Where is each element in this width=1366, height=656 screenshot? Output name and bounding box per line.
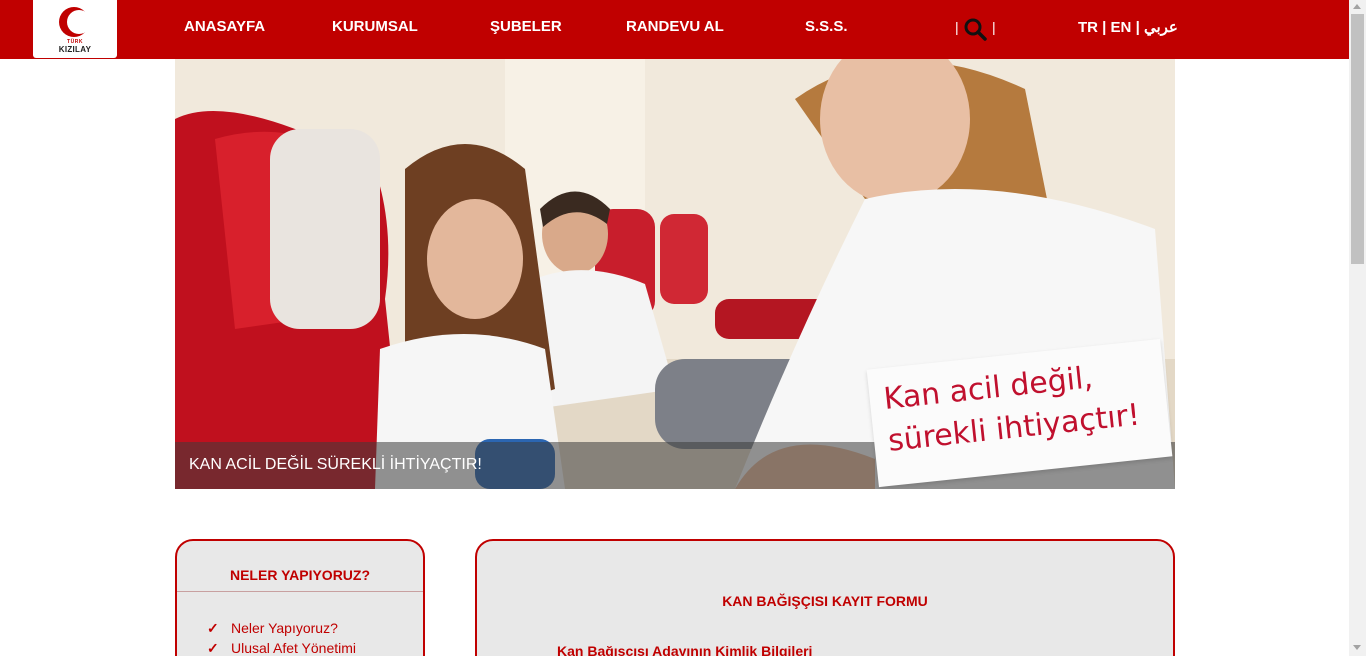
kizilay-logo[interactable]: TÜRK KIZILAY	[33, 0, 117, 58]
language-separator: |	[1135, 19, 1140, 36]
scroll-down-arrow-icon[interactable]	[1353, 645, 1361, 650]
hero-banner[interactable]: KAN ACİL DEĞİL SÜREKLİ İHTİYAÇTIR! Kan a…	[175, 59, 1175, 489]
sidebar-item-ulusal-afet-yonetimi[interactable]: ✓ Ulusal Afet Yönetimi	[207, 640, 356, 656]
language-tr-link[interactable]: TR	[1078, 19, 1098, 36]
donor-registration-form-panel: KAN BAĞIŞÇISI KAYIT FORMU Kan Bağışcısı …	[475, 539, 1175, 656]
panel-divider	[177, 591, 423, 592]
crescent-logo-icon	[59, 7, 91, 37]
nav-separator: |	[992, 19, 996, 35]
check-icon: ✓	[207, 620, 219, 636]
nav-item-anasayfa[interactable]: ANASAYFA	[184, 18, 265, 35]
hero-caption: KAN ACİL DEĞİL SÜREKLİ İHTİYAÇTIR!	[189, 456, 482, 473]
vertical-scrollbar[interactable]	[1349, 0, 1366, 656]
scroll-up-arrow-icon[interactable]	[1353, 4, 1361, 9]
nav-separator: |	[955, 19, 959, 35]
scrollbar-thumb[interactable]	[1351, 14, 1364, 264]
logo-name-text: KIZILAY	[58, 45, 92, 54]
sidebar-item-neler-yapiyoruz[interactable]: ✓ Neler Yapıyoruz?	[207, 620, 338, 637]
what-we-do-panel: NELER YAPIYORUZ? ✓ Neler Yapıyoruz? ✓ Ulus…	[175, 539, 425, 656]
what-we-do-title: NELER YAPIYORUZ?	[229, 567, 371, 583]
language-ar-link[interactable]: عربي	[1144, 19, 1178, 36]
form-title: KAN BAĞIŞÇISI KAYIT FORMU	[722, 593, 928, 609]
nav-item-randevu-al[interactable]: RANDEVU AL	[626, 18, 724, 35]
sidebar-item-label: Ulusal Afet Yönetimi	[231, 640, 357, 656]
nav-item-sss[interactable]: S.S.S.	[805, 18, 848, 35]
top-navigation-bar: TÜRK KIZILAY ANASAYFA KURUMSAL ŞUBELER R…	[0, 0, 1349, 59]
language-switcher: TR | EN | عربي	[1078, 18, 1178, 36]
check-icon: ✓	[207, 640, 219, 656]
form-section-title: Kan Bağışcısı Adayının Kimlik Bilgileri	[557, 643, 813, 656]
nav-item-kurumsal[interactable]: KURUMSAL	[332, 18, 418, 35]
nav-item-subeler[interactable]: ŞUBELER	[490, 18, 562, 35]
page: TÜRK KIZILAY ANASAYFA KURUMSAL ŞUBELER R…	[0, 0, 1366, 656]
language-en-link[interactable]: EN	[1111, 19, 1132, 36]
language-separator: |	[1102, 19, 1107, 36]
sidebar-item-label: Neler Yapıyoruz?	[231, 620, 338, 636]
search-icon[interactable]	[963, 17, 987, 41]
